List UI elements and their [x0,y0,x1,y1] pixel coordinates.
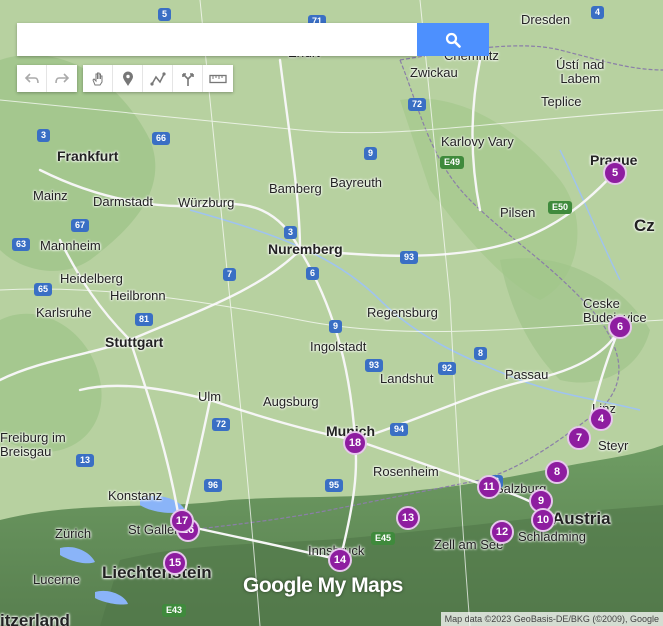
city-label: Konstanz [108,488,163,503]
map-marker[interactable]: 12 [490,520,514,544]
city-label: Ulm [198,389,222,404]
city-label: Heilbronn [110,288,166,303]
road-shield: E50 [548,201,573,214]
city-label: Augsburg [263,394,319,409]
map-marker[interactable]: 5 [603,161,627,185]
map-marker[interactable]: 13 [396,506,420,530]
city-label: Pilsen [500,205,536,220]
search-icon [445,32,461,48]
search-input[interactable] [17,23,417,56]
road-shield: 81 [135,313,154,326]
directions-button[interactable] [173,65,203,92]
undo-icon [24,72,39,83]
city-label: Heidelberg [60,271,123,286]
directions-icon [181,72,194,86]
google-my-maps-watermark: Google My Maps [243,574,403,597]
draw-line-button[interactable] [143,65,173,92]
road-shield: 3 [37,129,51,142]
country-label: Austria [552,509,611,528]
road-shield: 13 [76,454,95,467]
map-marker[interactable]: 18 [343,431,367,455]
city-label: Zwickau [410,65,458,80]
city-label: Zürich [55,526,92,541]
city-label: Bamberg [269,181,322,196]
road-shield: E45 [371,532,396,545]
history-tools [17,65,77,92]
city-label: Frankfurt [57,148,119,164]
road-shield: 92 [438,362,457,375]
draw-line-icon [149,71,166,86]
road-shield: 96 [204,479,223,492]
city-label: Freiburg im Breisgau [0,430,66,459]
city-label: Mannheim [40,238,101,253]
redo-button[interactable] [47,65,77,92]
road-shield: 6 [306,267,320,280]
road-shield: 9 [329,320,343,333]
add-marker-button[interactable] [113,65,143,92]
city-label: Dresden [521,12,571,27]
road-shield: 66 [152,132,171,145]
city-label: Passau [505,367,549,382]
road-shield: 93 [400,251,419,264]
city-label: Liechtenstein [102,563,212,582]
city-label: Lucerne [33,572,80,587]
search-button[interactable] [417,23,489,56]
pan-tool-button[interactable] [83,65,113,92]
road-shield: 72 [212,418,231,431]
road-shield: 4 [591,6,605,19]
road-shield: 65 [34,283,53,296]
map-marker[interactable]: 14 [328,548,352,572]
road-shield: 93 [365,359,384,372]
road-shield: 3 [284,226,298,239]
city-label: Teplice [541,94,582,109]
city-label: Karlovy Vary [441,134,514,149]
road-shield: 63 [12,238,31,251]
map-marker[interactable]: 6 [608,315,632,339]
road-shield: 8 [474,347,488,360]
map-marker[interactable]: 11 [477,475,501,499]
hand-icon [91,72,102,85]
map-marker[interactable]: 7 [567,426,591,450]
redo-icon [55,72,70,83]
country-label: itzerland [0,611,70,626]
map-marker[interactable]: 17 [170,509,194,533]
city-label: Ingolstadt [310,339,367,354]
map-canvas[interactable]: Dresden Zwickau Chemnitz Erfurt Ústí nad… [0,0,663,626]
road-shield: 72 [408,98,427,111]
road-shield: 95 [325,479,344,492]
road-shield: 67 [71,219,90,232]
undo-button[interactable] [17,65,47,92]
road-shield: 9 [364,147,378,160]
road-shield: 5 [158,8,172,21]
city-label: Rosenheim [373,464,439,479]
country-label: Cz [634,216,655,235]
pin-icon [122,71,133,86]
road-shield: 94 [390,423,409,436]
city-label: Würzburg [178,195,235,210]
ruler-icon [209,74,227,83]
road-shield: E43 [162,604,187,617]
city-label: Ústí nad Labem [556,57,605,86]
drawing-tools [83,65,233,92]
city-label: Nuremberg [268,241,343,257]
road-shield: 7 [223,268,237,281]
city-label: Bayreuth [330,175,383,190]
city-label: Schladming [518,529,586,544]
city-label: Karlsruhe [36,305,92,320]
road-shield: E49 [440,156,465,169]
map-marker[interactable]: 15 [163,551,187,575]
map-marker[interactable]: 10 [531,508,555,532]
map-marker[interactable]: 8 [545,460,569,484]
map-toolbar [17,65,239,92]
city-label: Stuttgart [105,334,164,350]
city-label: Landshut [380,371,434,386]
city-label: Darmstadt [93,194,153,209]
measure-button[interactable] [203,65,233,92]
city-label: Mainz [33,188,68,203]
city-label: Steyr [598,438,629,453]
city-label: Regensburg [367,305,438,320]
map-attribution[interactable]: Map data ©2023 GeoBasis-DE/BKG (©2009), … [440,612,663,626]
map-marker[interactable]: 4 [589,407,613,431]
